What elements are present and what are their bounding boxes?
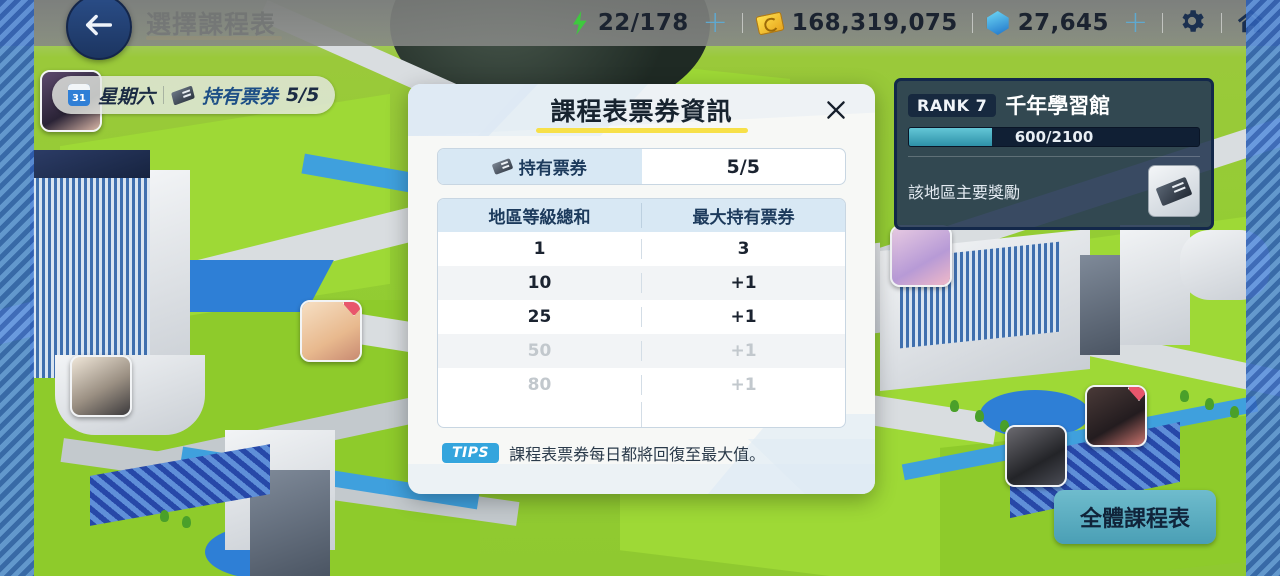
dialog-title-underline [535,128,748,133]
column-header-maxtickets: 最大持有票券 [692,208,795,228]
screen-edge-left [0,0,34,576]
ticket-reward-icon[interactable] [1148,165,1200,217]
dialog-title: 課程表票券資訊 [550,97,733,126]
area-rank-panel: RANK 7 千年學習館 600/2100 該地區主要獎勵 [894,78,1214,230]
gem-icon [986,11,1009,35]
divider [908,156,1200,157]
tips-badge: TIPS [442,443,500,463]
ticket-icon [171,84,195,106]
table-filler [438,402,845,427]
currency-ap[interactable]: 22/178 [571,10,689,36]
cell-level: 50 [438,341,642,361]
student-marker[interactable] [300,300,362,362]
ticket-icon [491,158,514,175]
rank-progress-label: 600/2100 [1014,128,1094,146]
area-reward-row: 該地區主要獎勵 [908,165,1200,217]
student-marker[interactable] [70,355,132,417]
cell-level: 80 [438,375,642,395]
rank-row: RANK 7 千年學習館 [908,90,1200,120]
rank-progress-bar: 600/2100 [908,127,1200,147]
divider [163,86,165,104]
column-header-level: 地區等級總和 [438,203,642,228]
area-name: 千年學習館 [1005,94,1111,118]
arrow-left-icon [82,8,116,46]
cell-tickets: +1 [730,341,757,361]
divider [741,13,743,33]
table-header-row: 地區等級總和 最大持有票券 [438,199,845,232]
table-row: 25 +1 [438,300,845,334]
ticket-label: 持有票券 [202,85,279,108]
gear-icon[interactable] [1177,6,1207,40]
dialog-body: 持有票券 5/5 地區等級總和 最大持有票券 1 3 10 +1 25 +1 5… [408,134,875,465]
student-marker[interactable] [1005,425,1067,487]
cell-level: 1 [438,239,642,259]
close-icon[interactable] [819,93,853,127]
divider [1162,13,1163,33]
gem-value: 27,645 [1017,10,1109,36]
currency-gem[interactable]: 27,645 [986,10,1109,36]
calendar-icon: 31 [68,84,90,106]
cell-tickets: +1 [730,375,757,395]
currency-bar: 22/178 + 168,319,075 27,645 + [571,0,1266,46]
student-marker[interactable] [890,225,952,287]
cell-tickets: +1 [730,307,757,327]
tips-row: TIPS 課程表票券每日都將回復至最大值。 [437,441,846,465]
cell-level: 25 [438,307,642,327]
millennium-tower [30,150,150,180]
ticket-count: 5/5 [286,84,320,106]
gem-plus-button[interactable]: + [1123,8,1148,38]
ap-plus-button[interactable]: + [703,8,728,38]
cell-level: 10 [438,273,642,293]
rank-badge: RANK 7 [908,93,997,117]
screen-edge-right [1246,0,1280,576]
table-row: 10 +1 [438,266,845,300]
cell-tickets: 3 [737,239,750,259]
divider [1221,13,1222,33]
owned-ticket-row: 持有票券 5/5 [437,148,846,185]
gold-value: 168,319,075 [791,10,958,36]
table-row: 1 3 [438,232,845,266]
owned-ticket-label-cell: 持有票券 [438,149,642,184]
ap-lightning-icon [572,11,587,35]
dialog-header: 課程表票券資訊 [408,84,875,134]
student-marker[interactable] [1085,385,1147,447]
cell-tickets: +1 [730,273,757,293]
table-row: 50 +1 [438,334,845,368]
owned-ticket-label: 持有票券 [518,159,587,179]
owned-ticket-value: 5/5 [726,155,760,178]
ap-value: 22/178 [597,10,689,36]
top-bar: 22/178 + 168,319,075 27,645 + [0,0,1280,46]
all-schedule-button[interactable]: 全體課程表 [1053,490,1216,544]
tips-text: 課程表票券每日都將回復至最大值。 [509,445,766,464]
table-row: 80 +1 [438,368,845,402]
currency-gold[interactable]: 168,319,075 [755,10,958,36]
day-ticket-chip[interactable]: 31 星期六 持有票券 5/5 [52,76,336,114]
divider [971,13,973,33]
ticket-info-dialog: 課程表票券資訊 持有票券 5/5 地區等級總和 最大持有票券 1 3 10 +1 [408,84,875,494]
area-reward-label: 該地區主要獎勵 [908,183,1021,202]
gold-coin-icon [755,11,785,35]
ticket-cap-table: 地區等級總和 最大持有票券 1 3 10 +1 25 +1 50 +1 80 +… [437,198,846,428]
weekday-label: 星期六 [98,85,156,108]
